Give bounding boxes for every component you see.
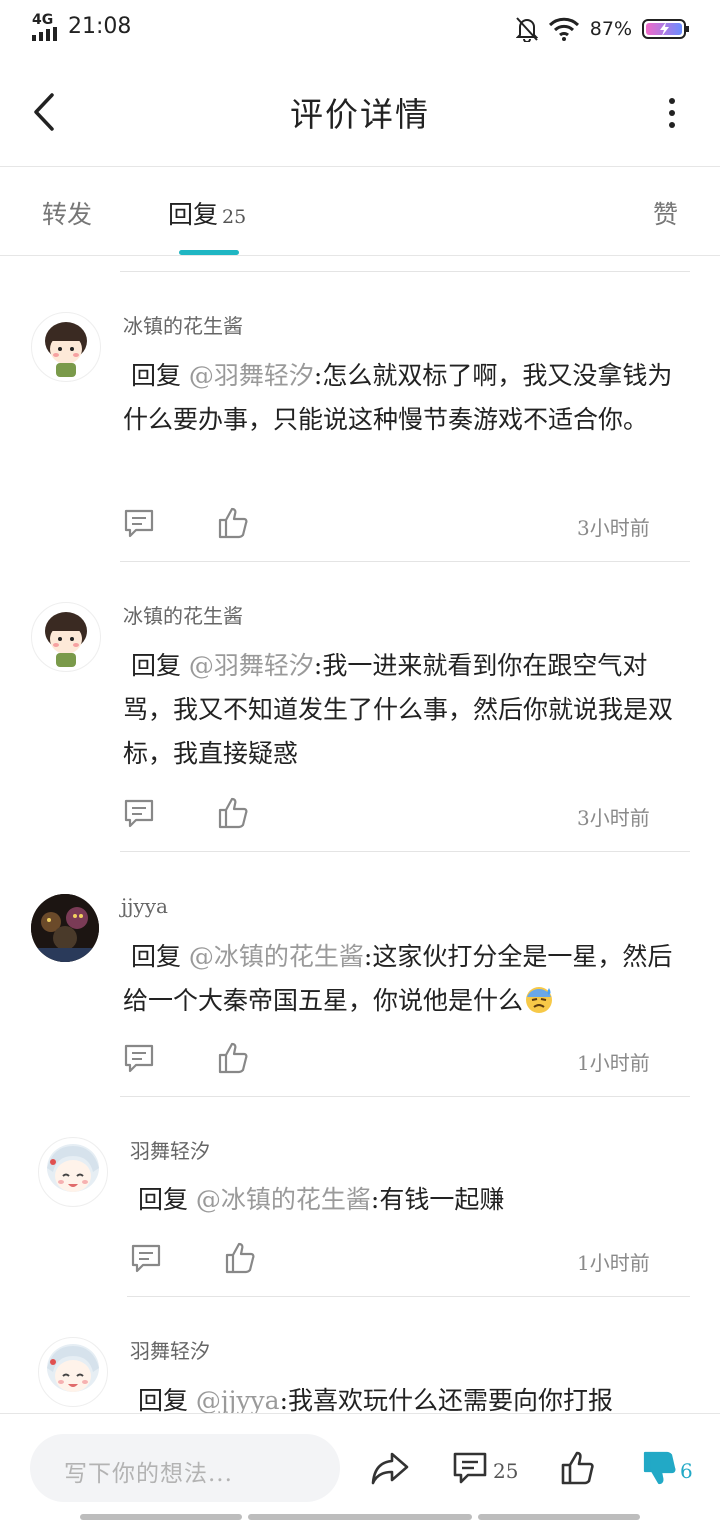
timestamp: 1小时前 — [577, 1251, 650, 1275]
mention-link[interactable]: @冰镇的花生酱 — [189, 942, 364, 971]
username[interactable]: 冰镇的花生酱 — [123, 600, 243, 629]
avatar-image — [47, 1344, 99, 1392]
active-tab-indicator — [179, 250, 239, 255]
avatar[interactable] — [31, 312, 101, 382]
username[interactable]: jjyya — [121, 894, 168, 918]
comment-icon[interactable] — [122, 796, 156, 830]
more-button[interactable] — [660, 92, 684, 136]
avatar-image — [47, 1144, 99, 1192]
avatar-image — [45, 322, 87, 377]
avatar[interactable] — [38, 1137, 108, 1207]
thumbs-up-icon[interactable] — [216, 506, 250, 540]
comment-item: 冰镇的花生酱 回复 @羽舞轻汐:怎么就双标了啊，我又没拿钱为什么要办事，只能说这… — [0, 272, 720, 562]
battery-percent: 87% — [589, 18, 632, 40]
app-header: 评价详情 — [0, 58, 720, 167]
comment-item: jjyya 回复 @冰镇的花生酱:这家伙打分全是一星，然后给一个大秦帝国五星，你… — [0, 852, 720, 1097]
signal-icon — [32, 27, 57, 41]
comment-input[interactable]: 写下你的想法... — [30, 1434, 340, 1502]
thumbs-up-icon[interactable] — [216, 796, 250, 830]
username[interactable]: 羽舞轻汐 — [130, 1335, 210, 1364]
comment-icon[interactable] — [122, 1041, 156, 1075]
network-label: 4G — [32, 12, 54, 28]
reply-count: 25 — [222, 206, 247, 228]
comment-text: 回复 @羽舞轻汐:我一进来就看到你在跟空气对骂，我又不知道发生了什么事，然后你就… — [123, 651, 674, 768]
username[interactable]: 冰镇的花生酱 — [123, 310, 243, 339]
comment-icon[interactable] — [129, 1241, 163, 1275]
avatar[interactable] — [31, 602, 101, 672]
clock: 21:08 — [68, 14, 132, 39]
mention-link[interactable]: @羽舞轻汐 — [189, 651, 314, 680]
gesture-bar — [478, 1514, 640, 1520]
gesture-bar — [80, 1514, 242, 1520]
thumbs-up-icon[interactable] — [223, 1241, 257, 1275]
comment-text: 回复 @冰镇的花生酱:这家伙打分全是一星，然后给一个大秦帝国五星，你说他是什么 — [123, 942, 673, 1015]
comment-item: 羽舞轻汐 回复 @冰镇的花生酱:有钱一起赚 1小时前 — [0, 1097, 720, 1297]
thumbs-up-icon[interactable] — [560, 1450, 596, 1486]
timestamp: 1小时前 — [577, 1051, 650, 1075]
status-bar: 4G 21:08 87% — [0, 0, 720, 58]
mute-bell-icon — [515, 17, 538, 42]
tab-reply[interactable]: 回复 25 — [168, 195, 246, 231]
emoji-sweat-icon — [526, 987, 553, 1013]
bottom-action-bar: 写下你的想法... 25 6 — [0, 1413, 720, 1521]
comment-text: 回复 @jjyya:我喜欢玩什么还需要向你打报 — [137, 1386, 613, 1413]
dislike-count: 6 — [680, 1459, 693, 1483]
more-icon — [669, 98, 675, 104]
share-icon[interactable] — [370, 1450, 410, 1486]
username[interactable]: 羽舞轻汐 — [130, 1135, 210, 1164]
avatar[interactable] — [31, 894, 99, 962]
timestamp: 3小时前 — [577, 806, 650, 830]
comment-icon[interactable] — [122, 506, 156, 540]
gesture-bar — [248, 1514, 472, 1520]
comment-item: 羽舞轻汐 回复 @jjyya:我喜欢玩什么还需要向你打报 — [0, 1297, 720, 1413]
avatar[interactable] — [38, 1337, 108, 1407]
tab-like[interactable]: 赞 — [653, 195, 678, 231]
comment-text: 回复 @羽舞轻汐:怎么就双标了啊，我又没拿钱为什么要办事，只能说这种慢节奏游戏不… — [123, 361, 673, 434]
thumbs-up-icon[interactable] — [216, 1041, 250, 1075]
battery-charging-icon — [642, 19, 689, 39]
mention-link[interactable]: @羽舞轻汐 — [189, 361, 314, 390]
comment-count: 25 — [493, 1459, 519, 1483]
page-title: 评价详情 — [290, 95, 430, 134]
comment-count-icon[interactable] — [452, 1450, 488, 1486]
comment-input-placeholder: 写下你的想法... — [64, 1461, 233, 1487]
thumbs-down-icon[interactable] — [642, 1450, 678, 1486]
tab-forward[interactable]: 转发 — [42, 195, 92, 231]
avatar-image — [31, 894, 99, 962]
avatar-image — [45, 612, 87, 667]
tab-bar: 转发 回复 25 赞 — [0, 167, 720, 256]
comment-text: 回复 @冰镇的花生酱:有钱一起赚 — [137, 1185, 505, 1214]
mention-link[interactable]: @冰镇的花生酱 — [196, 1185, 371, 1214]
comment-item: 冰镇的花生酱 回复 @羽舞轻汐:我一进来就看到你在跟空气对骂，我又不知道发生了什… — [0, 562, 720, 852]
mention-link[interactable]: @jjyya — [196, 1386, 280, 1413]
wifi-icon — [548, 17, 579, 41]
timestamp: 3小时前 — [577, 516, 650, 540]
